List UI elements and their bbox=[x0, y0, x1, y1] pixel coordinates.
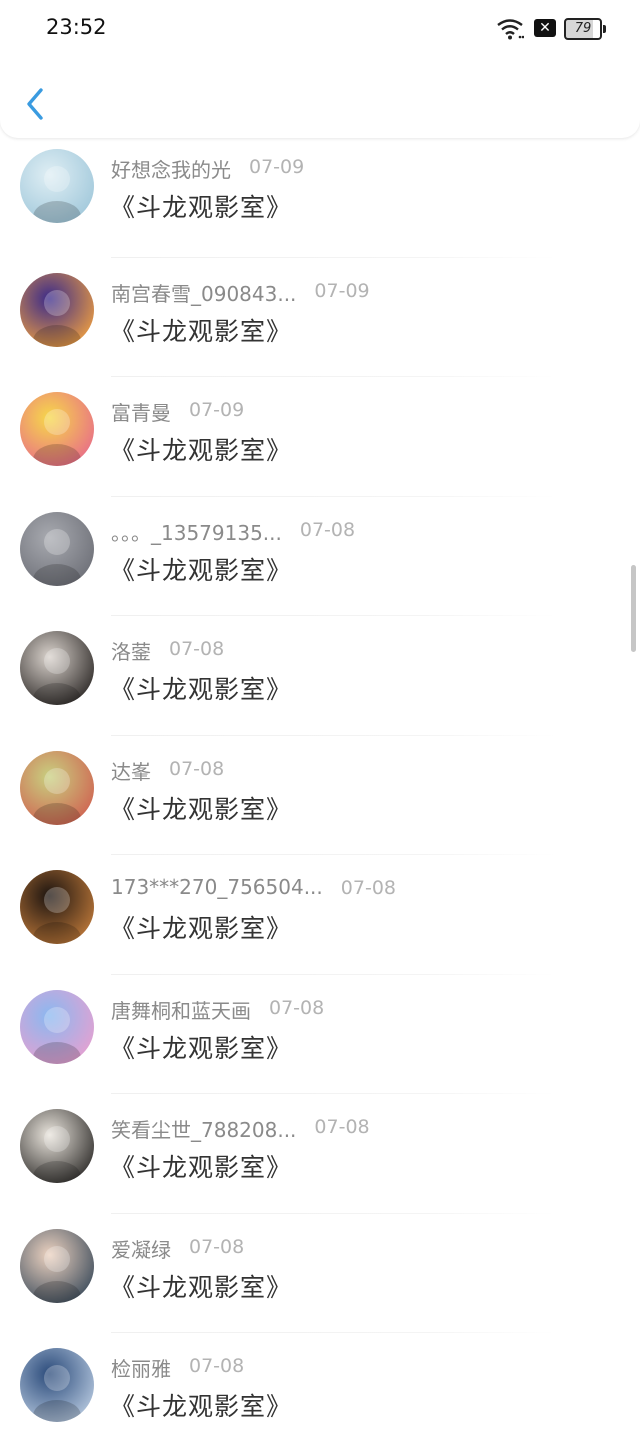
avatar-image bbox=[20, 989, 94, 1064]
list-item[interactable]: 南宫春雪_090843... 07-09 《斗龙观影室》 bbox=[0, 258, 640, 377]
user-name[interactable]: 达峯 bbox=[111, 756, 151, 785]
item-meta: 173***270_756504... bbox=[111, 875, 323, 899]
avatar[interactable] bbox=[20, 392, 94, 466]
item-meta: 唐舞桐和蓝天画 bbox=[111, 995, 251, 1024]
no-sim-icon: ✕ bbox=[534, 19, 556, 37]
top-header: 23:52 ✕ 79 bbox=[0, 0, 640, 138]
list-item[interactable]: 笑看尘世_788208... 07-08 《斗龙观影室》 bbox=[0, 1094, 640, 1214]
avatar[interactable] bbox=[20, 511, 94, 586]
item-meta: 富青曼 bbox=[111, 397, 171, 426]
item-title[interactable]: 《斗龙观影室》 bbox=[110, 790, 292, 826]
list-item[interactable]: 。。。_13579135... 07-08 《斗龙观影室》 bbox=[0, 497, 640, 616]
user-name[interactable]: 洛蓥 bbox=[111, 636, 151, 665]
avatar[interactable] bbox=[20, 750, 94, 825]
avatar-image bbox=[20, 272, 94, 347]
list-item[interactable]: 达峯 07-08 《斗龙观影室》 bbox=[0, 736, 640, 855]
item-title[interactable]: 《斗龙观影室》 bbox=[110, 551, 292, 587]
status-time: 23:52 bbox=[46, 15, 107, 39]
avatar-image bbox=[20, 1109, 94, 1183]
user-name[interactable]: 爱凝绿 bbox=[111, 1234, 171, 1263]
post-date: 07-08 bbox=[314, 1116, 370, 1138]
post-date: 07-08 bbox=[189, 1235, 245, 1258]
user-name[interactable]: 173***270_756504... bbox=[111, 875, 323, 899]
item-meta: 检丽雅 bbox=[111, 1353, 171, 1382]
item-meta: 达峯 bbox=[111, 756, 151, 785]
list-item[interactable]: 唐舞桐和蓝天画 07-08 《斗龙观影室》 bbox=[0, 975, 640, 1094]
post-date: 07-08 bbox=[269, 996, 325, 1019]
list-item[interactable]: 好想念我的光 07-09 《斗龙观影室》 bbox=[0, 138, 640, 258]
user-name[interactable]: 检丽雅 bbox=[111, 1353, 171, 1382]
avatar-image bbox=[20, 1348, 94, 1422]
item-meta: 洛蓥 bbox=[111, 636, 151, 665]
avatar-image bbox=[20, 870, 94, 944]
back-button[interactable] bbox=[20, 85, 54, 125]
user-list: 好想念我的光 07-09 《斗龙观影室》 南宫春雪_090843... 07-09 《斗龙… bbox=[0, 138, 640, 1453]
post-date: 07-09 bbox=[314, 279, 370, 302]
item-meta: 笑看尘世_788208... bbox=[111, 1114, 296, 1143]
user-name[interactable]: 南宫春雪_090843... bbox=[111, 278, 296, 307]
avatar[interactable] bbox=[20, 631, 94, 705]
avatar[interactable] bbox=[20, 149, 94, 223]
list-item[interactable]: 爱凝绿 07-08 《斗龙观影室》 bbox=[0, 1214, 640, 1333]
user-name[interactable]: 富青曼 bbox=[111, 397, 171, 426]
user-name[interactable]: 好想念我的光 bbox=[111, 154, 231, 183]
item-title[interactable]: 《斗龙观影室》 bbox=[110, 1148, 292, 1184]
avatar[interactable] bbox=[20, 989, 94, 1064]
avatar-image bbox=[20, 149, 94, 223]
item-title[interactable]: 《斗龙观影室》 bbox=[110, 1268, 292, 1304]
scrollbar[interactable] bbox=[631, 565, 636, 652]
item-title[interactable]: 《斗龙观影室》 bbox=[110, 431, 292, 467]
post-date: 07-08 bbox=[189, 1355, 245, 1377]
item-title[interactable]: 《斗龙观影室》 bbox=[110, 312, 292, 348]
avatar[interactable] bbox=[20, 1348, 94, 1422]
item-title[interactable]: 《斗龙观影室》 bbox=[110, 1387, 292, 1423]
avatar-image bbox=[20, 631, 94, 705]
battery-icon: 79 bbox=[564, 18, 606, 40]
avatar[interactable] bbox=[20, 1109, 94, 1183]
item-meta: 。。。_13579135... bbox=[111, 517, 282, 546]
avatar-image bbox=[20, 1228, 94, 1303]
user-name[interactable]: 。。。_13579135... bbox=[111, 517, 282, 546]
avatar[interactable] bbox=[20, 272, 94, 347]
post-date: 07-08 bbox=[340, 877, 396, 899]
item-title[interactable]: 《斗龙观影室》 bbox=[110, 670, 292, 706]
item-title[interactable]: 《斗龙观影室》 bbox=[110, 909, 292, 945]
list-item[interactable]: 富青曼 07-09 《斗龙观影室》 bbox=[0, 377, 640, 497]
post-date: 07-08 bbox=[169, 638, 225, 660]
avatar[interactable] bbox=[20, 1228, 94, 1303]
avatar[interactable] bbox=[20, 870, 94, 944]
avatar-image bbox=[20, 511, 94, 586]
wifi-icon bbox=[497, 19, 524, 40]
post-date: 07-08 bbox=[299, 518, 356, 541]
avatar-image bbox=[20, 750, 94, 825]
post-date: 07-09 bbox=[189, 399, 245, 421]
item-title[interactable]: 《斗龙观影室》 bbox=[110, 188, 292, 224]
item-meta: 爱凝绿 bbox=[111, 1234, 171, 1263]
post-date: 07-08 bbox=[169, 757, 225, 780]
post-date: 07-09 bbox=[249, 156, 305, 178]
item-meta: 南宫春雪_090843... bbox=[111, 278, 296, 307]
user-name[interactable]: 笑看尘世_788208... bbox=[111, 1114, 296, 1143]
user-name[interactable]: 唐舞桐和蓝天画 bbox=[111, 995, 251, 1024]
list-item[interactable]: 洛蓥 07-08 《斗龙观影室》 bbox=[0, 616, 640, 736]
item-meta: 好想念我的光 bbox=[111, 154, 231, 183]
list-item[interactable]: 检丽雅 07-08 《斗龙观影室》 bbox=[0, 1333, 640, 1453]
avatar-image bbox=[20, 392, 94, 466]
chevron-left-icon bbox=[27, 88, 43, 120]
item-title[interactable]: 《斗龙观影室》 bbox=[110, 1029, 292, 1065]
list-item[interactable]: 173***270_756504... 07-08 《斗龙观影室》 bbox=[0, 855, 640, 975]
